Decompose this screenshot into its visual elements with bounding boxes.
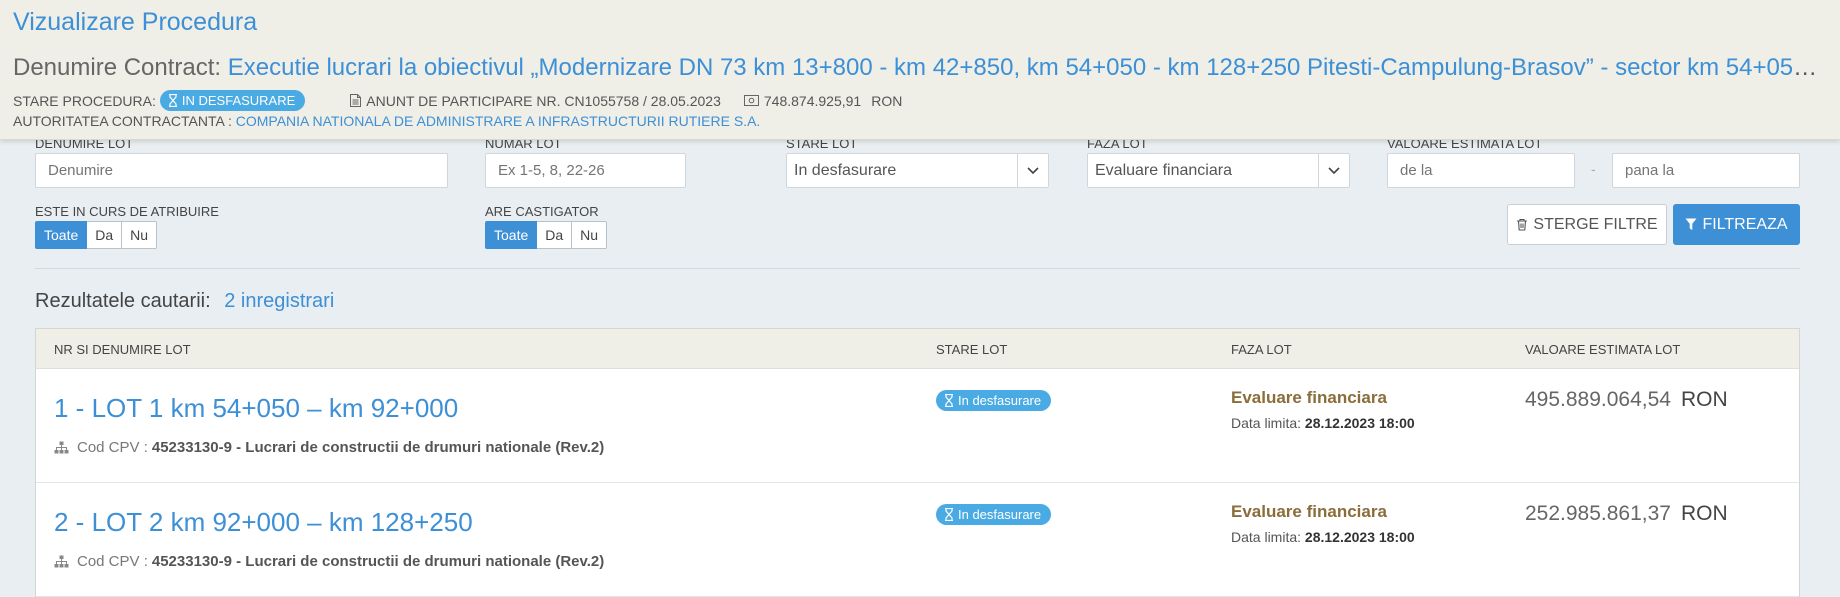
contract-value: Executie lucrari la obiectivul „Moderniz…: [227, 54, 1828, 81]
lot-value-currency: RON: [1680, 502, 1728, 525]
clear-filters-button[interactable]: STERGE FILTRE: [1507, 204, 1667, 245]
cpv-info: Cod CPV : 45233130-9 - Lucrari de constr…: [54, 553, 604, 570]
sitemap-icon: [54, 555, 69, 568]
lot-value-amount: 495.889.064,54: [1525, 388, 1671, 411]
lot-deadline: Data limita: 28.12.2023 18:00: [1231, 415, 1415, 431]
column-header-lot: NR SI DENUMIRE LOT: [54, 342, 191, 357]
denumire-lot-input[interactable]: [35, 153, 448, 188]
cpv-info: Cod CPV : 45233130-9 - Lucrari de constr…: [54, 439, 604, 456]
hourglass-icon: [945, 508, 953, 521]
chevron-down-icon[interactable]: [1017, 154, 1048, 187]
cpv-label: Cod CPV :: [77, 439, 148, 456]
castigator-toggle: Toate Da Nu: [485, 221, 608, 249]
deadline-label: Data limita:: [1231, 529, 1302, 545]
lot-value-amount: 252.985.861,37: [1525, 502, 1671, 525]
stare-lot-value: In desfasurare: [794, 161, 897, 179]
stare-lot-select[interactable]: In desfasurare: [786, 153, 1049, 188]
estimated-value: 748.874.925,91 RON: [743, 92, 903, 109]
faza-lot-select[interactable]: Evaluare financiara: [1087, 153, 1350, 188]
contract-name: Denumire Contract: Executie lucrari la o…: [13, 54, 1828, 82]
in-atribuire-toggle: Toate Da Nu: [35, 221, 158, 249]
lot-status-badge: In desfasurare: [936, 504, 1052, 525]
sitemap-icon: [54, 441, 69, 454]
lot-status-badge: In desfasurare: [936, 390, 1052, 411]
results-summary: Rezultatele cautarii: 2 inregistrari: [35, 290, 334, 313]
notice-info: ANUNT DE PARTICIPARE NR. CN1055758 / 28.…: [350, 93, 721, 109]
lot-phase: Evaluare financiara: [1231, 388, 1387, 407]
cpv-label: Cod CPV :: [77, 553, 148, 570]
faza-lot-value: Evaluare financiara: [1095, 161, 1232, 179]
results-count: 2 inregistrari: [224, 290, 335, 312]
in-atribuire-option-da[interactable]: Da: [87, 221, 123, 249]
table-header: NR SI DENUMIRE LOT STARE LOT FAZA LOT VA…: [36, 329, 1799, 369]
in-atribuire-option-nu[interactable]: Nu: [122, 221, 158, 249]
deadline-label: Data limita:: [1231, 415, 1302, 431]
contracting-authority: AUTORITATEA CONTRACTANTA : COMPANIA NATI…: [13, 113, 760, 129]
lot-deadline: Data limita: 28.12.2023 18:00: [1231, 529, 1415, 545]
column-header-stare: STARE LOT: [936, 342, 1008, 357]
lot-status-text: In desfasurare: [958, 507, 1042, 522]
lot-title-link[interactable]: 2 - LOT 2 km 92+000 – km 128+250: [54, 507, 473, 538]
table-row: 1 - LOT 1 km 54+050 – km 92+000 Cod CPV …: [36, 369, 1799, 483]
cpv-value: 45233130-9 - Lucrari de constructii de d…: [151, 553, 605, 570]
deadline-value: 28.12.2023 18:00: [1304, 529, 1415, 545]
filters-divider: [35, 268, 1800, 269]
hourglass-icon: [168, 94, 177, 107]
cpv-value: 45233130-9 - Lucrari de constructii de d…: [151, 439, 605, 456]
notice-text: ANUNT DE PARTICIPARE NR. CN1055758 / 28.…: [366, 92, 721, 109]
estimated-value-amount: 748.874.925,91: [763, 92, 862, 109]
money-icon: [743, 95, 759, 106]
lot-status-text: In desfasurare: [958, 393, 1042, 408]
valoare-to-input[interactable]: [1612, 153, 1800, 188]
filter-button-label: FILTREAZA: [1702, 215, 1788, 233]
range-separator: -: [1591, 161, 1596, 177]
document-icon: [350, 94, 362, 107]
status-label: STARE PROCEDURA:: [13, 92, 156, 109]
status-badge-text: IN DESFASURARE: [181, 93, 296, 108]
deadline-value: 28.12.2023 18:00: [1304, 415, 1415, 431]
chevron-down-icon[interactable]: [1318, 154, 1349, 187]
filter-label-castigator: ARE CASTIGATOR: [485, 204, 599, 219]
page-title: Vizualizare Procedura: [13, 8, 258, 36]
procedure-header: Vizualizare Procedura Denumire Contract:…: [0, 0, 1840, 140]
authority-label: AUTORITATEA CONTRACTANTA :: [13, 113, 232, 129]
castigator-option-toate[interactable]: Toate: [485, 221, 538, 249]
status-badge: IN DESFASURARE: [159, 90, 306, 111]
filter-icon: [1685, 218, 1697, 230]
lot-title-link[interactable]: 1 - LOT 1 km 54+050 – km 92+000: [54, 393, 458, 424]
valoare-from-input[interactable]: [1387, 153, 1575, 188]
results-label: Rezultatele cautarii:: [35, 290, 211, 312]
lot-value: 495.889.064,54 RON: [1525, 388, 1728, 412]
trash-icon: [1517, 218, 1528, 231]
contract-label: Denumire Contract:: [13, 54, 222, 81]
castigator-option-da[interactable]: Da: [537, 221, 573, 249]
column-header-faza: FAZA LOT: [1231, 342, 1292, 357]
clear-filters-label: STERGE FILTRE: [1533, 215, 1658, 233]
filter-label-in-atribuire: ESTE IN CURS DE ATRIBUIRE: [35, 204, 219, 219]
hourglass-icon: [945, 394, 953, 407]
lots-table: NR SI DENUMIRE LOT STARE LOT FAZA LOT VA…: [35, 328, 1800, 597]
lot-value: 252.985.861,37 RON: [1525, 502, 1728, 526]
castigator-option-nu[interactable]: Nu: [572, 221, 608, 249]
column-header-valoare: VALOARE ESTIMATA LOT: [1525, 342, 1681, 357]
estimated-value-currency: RON: [871, 92, 903, 109]
table-row: 2 - LOT 2 km 92+000 – km 128+250 Cod CPV…: [36, 483, 1799, 597]
numar-lot-input[interactable]: [485, 153, 686, 188]
lot-value-currency: RON: [1680, 388, 1728, 411]
filter-button[interactable]: FILTREAZA: [1673, 204, 1800, 245]
procedure-meta: STARE PROCEDURA: IN DESFASURARE ANUNT DE…: [13, 90, 902, 111]
lot-phase: Evaluare financiara: [1231, 502, 1387, 521]
in-atribuire-option-toate[interactable]: Toate: [35, 221, 88, 249]
authority-link[interactable]: COMPANIA NATIONALA DE ADMINISTRARE A INF…: [236, 113, 761, 129]
